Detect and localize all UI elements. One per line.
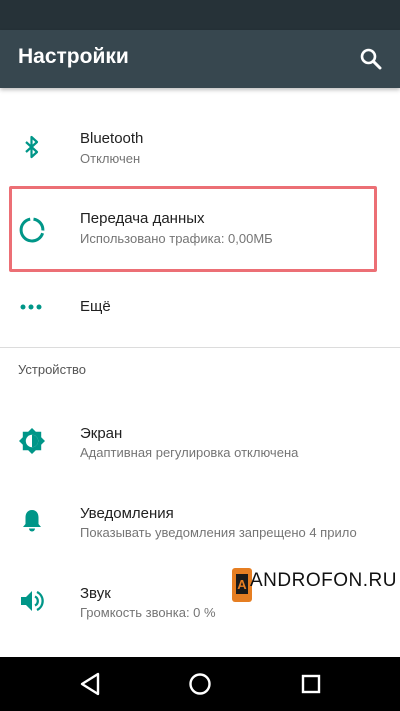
brightness-icon [18, 427, 46, 455]
search-button[interactable] [356, 44, 386, 74]
item-title: Звук [80, 585, 111, 602]
home-circle-icon [189, 673, 211, 695]
recents-square-icon [301, 674, 321, 694]
back-button[interactable] [75, 670, 105, 698]
item-subtitle: Адаптивная регулировка отключена [80, 445, 299, 460]
home-button[interactable] [185, 670, 215, 698]
settings-item-bluetooth[interactable]: Bluetooth Отключен [0, 108, 400, 186]
item-subtitle: Громкость звонка: 0 % [80, 605, 216, 620]
bell-icon [18, 507, 46, 535]
watermark-text: ANDROFON.RU [250, 570, 397, 591]
bluetooth-icon [18, 133, 46, 161]
item-subtitle: Показывать уведомления запрещено 4 прило [80, 525, 357, 540]
item-title: Ещё [80, 298, 111, 315]
item-title: Bluetooth [80, 130, 144, 147]
recents-button[interactable] [296, 670, 326, 698]
item-title: Уведомления [80, 505, 174, 522]
highlight-box [9, 186, 377, 272]
status-bar [0, 0, 400, 30]
svg-text:A: A [237, 577, 247, 592]
app-bar: Настройки [0, 30, 400, 88]
settings-item-notifications[interactable]: Уведомления Показывать уведомления запре… [0, 482, 400, 560]
settings-item-screen[interactable]: Экран Адаптивная регулировка отключена [0, 402, 400, 480]
settings-item-more[interactable]: Ещё [0, 268, 400, 346]
item-title: Экран [80, 425, 123, 442]
search-icon [360, 48, 382, 70]
volume-icon [18, 587, 46, 615]
more-dots-icon [18, 293, 46, 321]
watermark-phone-icon: A [232, 568, 252, 602]
section-divider [0, 347, 400, 348]
watermark: A ANDROFON.RU [232, 568, 396, 604]
item-subtitle: Отключен [80, 151, 141, 166]
back-triangle-icon [80, 672, 100, 696]
section-header-device: Устройство [18, 362, 87, 377]
page-title: Настройки [18, 45, 129, 68]
navigation-bar [0, 657, 400, 711]
